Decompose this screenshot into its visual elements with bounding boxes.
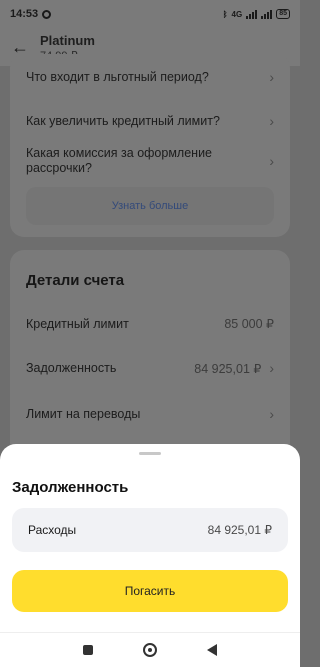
page-content: Что входит в льготный период? › Как увел… [0,54,300,460]
recents-icon[interactable] [83,645,93,655]
account-details-title: Детали счета [26,272,125,289]
status-icons: ᛒ 4G 85 [223,9,290,19]
chevron-right-icon: › [269,69,274,85]
network-type-label: 4G [231,9,243,19]
chevron-right-icon: › [269,406,274,422]
clock: 14:53 [10,8,52,20]
chevron-right-icon: › [269,360,274,376]
sheet-title: Задолженность [12,479,129,496]
debt-row[interactable]: Задолженность 84 925,01 ₽ › [26,360,274,376]
expenses-label: Расходы [28,523,77,537]
header-title: Platinum [40,32,95,48]
system-nav-bar [0,632,300,667]
expenses-row: Расходы 84 925,01 ₽ [12,508,288,552]
row-label: Лимит на переводы [26,407,141,421]
row-value: 84 925,01 ₽ [194,361,262,376]
notification-ring-icon [42,9,52,19]
row-label: Задолженность [26,361,117,375]
signal-icon-2 [261,9,273,19]
drag-handle[interactable] [139,452,161,455]
learn-more-button[interactable]: Узнать больше [26,187,274,225]
back-triangle-icon[interactable] [207,644,217,656]
faq-card: Что входит в льготный период? › Как увел… [10,54,290,237]
expenses-value: 84 925,01 ₽ [207,523,272,537]
row-value: 85 000 ₽ [224,317,274,331]
chevron-right-icon: › [269,113,274,129]
bluetooth-icon: ᛒ [222,9,228,19]
row-label: Кредитный лимит [26,316,129,331]
chevron-right-icon: › [269,152,274,169]
status-bar: 14:53 ᛒ 4G 85 [0,0,300,28]
faq-item-label: Что входит в льготный период? [26,70,209,84]
faq-item[interactable]: Какая комиссия за оформление рассрочки? … [26,146,274,176]
transfer-limit-row[interactable]: Лимит на переводы › [26,406,274,422]
home-icon[interactable] [143,643,157,657]
clock-time: 14:53 [10,8,39,20]
pay-off-button[interactable]: Погасить [12,570,288,612]
faq-item[interactable]: Как увеличить кредитный лимит? › [26,114,274,129]
faq-item[interactable]: Что входит в льготный период? › [26,70,274,85]
signal-icon [246,9,258,19]
battery-icon: 85 [276,9,290,19]
credit-limit-row: Кредитный лимит 85 000 ₽ [26,316,274,332]
faq-item-label: Какая комиссия за оформление рассрочки? [26,146,213,175]
account-details-card: Детали счета Кредитный лимит 85 000 ₽ За… [10,250,290,460]
faq-item-label: Как увеличить кредитный лимит? [26,114,220,128]
